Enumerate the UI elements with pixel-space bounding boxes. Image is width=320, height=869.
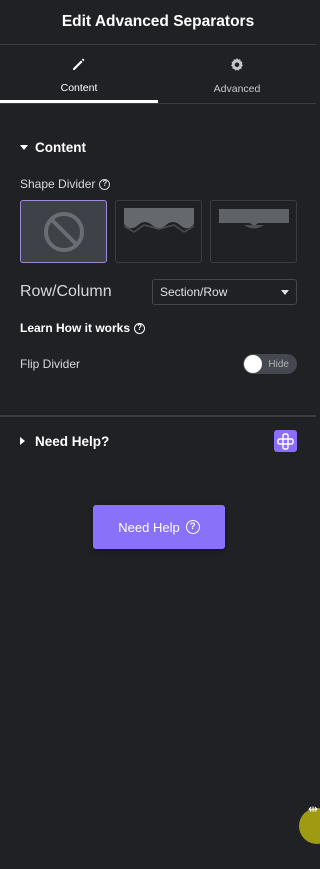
section-divider xyxy=(0,415,316,417)
toggle-knob xyxy=(244,355,262,373)
plugin-logo-icon xyxy=(274,430,297,452)
gear-icon xyxy=(229,57,245,76)
shape-divider-label: Shape Divider xyxy=(20,177,96,191)
learn-how-it-works-link[interactable]: Learn How it works ? xyxy=(0,321,316,335)
toggle-text: Hide xyxy=(268,358,289,370)
shape-option-drop[interactable] xyxy=(210,200,297,263)
chevron-down-icon xyxy=(281,289,289,295)
need-help-button-label: Need Help xyxy=(118,519,180,535)
content-section-toggle[interactable]: Content xyxy=(0,137,316,157)
shape-divider-label-row: Shape Divider ? xyxy=(0,177,316,191)
wave-shape-icon xyxy=(123,208,194,233)
shape-option-waves[interactable] xyxy=(115,200,202,263)
row-column-control: Row/Column Section/Row xyxy=(0,279,316,305)
need-help-title: Need Help? xyxy=(35,433,110,449)
tab-content-label: Content xyxy=(60,81,98,94)
shape-option-none[interactable] xyxy=(20,200,107,263)
row-column-value: Section/Row xyxy=(160,285,228,299)
resize-cursor-icon: ⇹ xyxy=(308,802,319,816)
tab-advanced[interactable]: Advanced xyxy=(158,45,316,103)
row-column-label: Row/Column xyxy=(20,283,112,300)
flip-divider-control: Flip Divider Hide xyxy=(0,354,316,374)
pencil-icon xyxy=(71,56,87,75)
tab-content[interactable]: Content xyxy=(0,45,158,103)
drop-shape-icon xyxy=(218,209,289,229)
learn-how-label: Learn How it works xyxy=(20,321,131,335)
caret-right-icon xyxy=(20,437,25,445)
need-help-button[interactable]: Need Help ? xyxy=(93,505,225,549)
shape-divider-options xyxy=(0,200,316,263)
panel-title: Edit Advanced Separators xyxy=(61,13,255,30)
tab-advanced-label: Advanced xyxy=(213,83,261,95)
content-section-title: Content xyxy=(35,139,86,155)
help-icon: ? xyxy=(185,520,200,534)
panel-header: Edit Advanced Separators xyxy=(0,0,316,45)
panel-tabs: Content Advanced xyxy=(0,45,316,104)
caret-down-icon xyxy=(20,144,28,150)
need-help-heading: Need Help? xyxy=(20,434,109,449)
flip-divider-toggle[interactable]: Hide xyxy=(243,354,297,374)
ban-icon xyxy=(43,211,84,252)
help-icon: ? xyxy=(134,322,146,334)
need-help-section-toggle[interactable]: Need Help? xyxy=(0,430,316,452)
flip-divider-label: Flip Divider xyxy=(20,357,81,371)
row-column-select[interactable]: Section/Row xyxy=(152,279,297,305)
help-icon[interactable]: ? xyxy=(99,178,111,190)
